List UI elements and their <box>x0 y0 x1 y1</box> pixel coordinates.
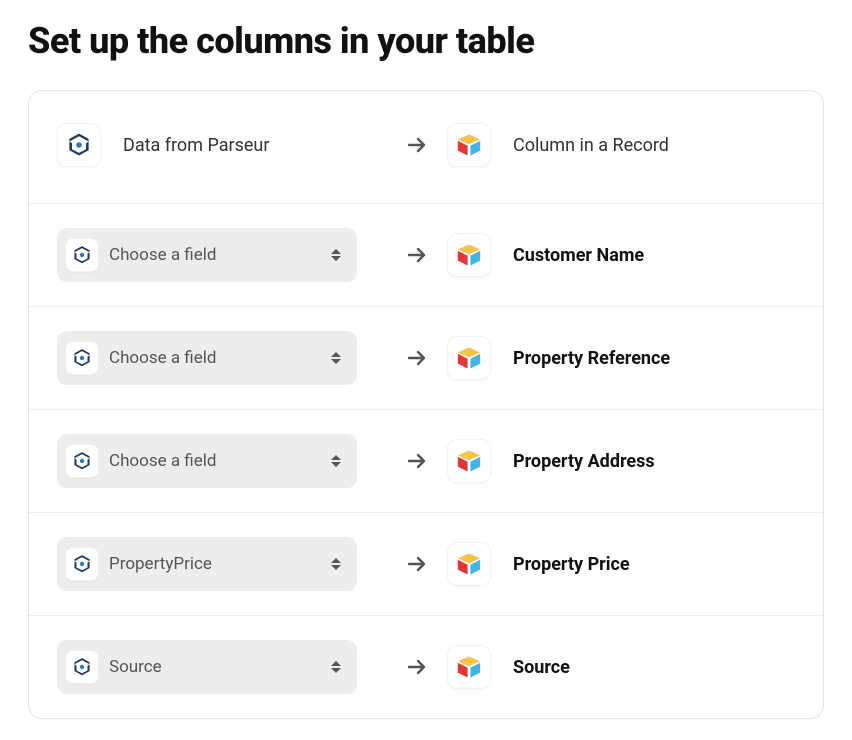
target-column-label: Source <box>513 657 570 678</box>
parseur-icon <box>65 341 99 375</box>
parseur-icon <box>65 650 99 684</box>
target-column-label: Property Reference <box>513 348 670 369</box>
sort-caret-icon <box>329 452 343 470</box>
target-column-label: Customer Name <box>513 245 644 266</box>
airtable-icon <box>447 233 491 277</box>
source-field-text: Choose a field <box>109 451 319 471</box>
header-row: Data from Parseur Column in a Record <box>29 91 823 204</box>
sort-caret-icon <box>329 349 343 367</box>
parseur-icon <box>65 238 99 272</box>
mapping-row: PropertyPrice Property Price <box>29 513 823 616</box>
target-column-label: Property Price <box>513 554 630 575</box>
arrow-right-icon <box>405 655 429 679</box>
airtable-icon <box>447 645 491 689</box>
mapping-row: Choose a field Customer Name <box>29 204 823 307</box>
airtable-icon <box>447 439 491 483</box>
airtable-icon <box>447 336 491 380</box>
source-header-label: Data from Parseur <box>123 135 269 156</box>
source-field-text: PropertyPrice <box>109 554 319 574</box>
airtable-icon <box>447 123 491 167</box>
source-field-text: Source <box>109 657 319 677</box>
airtable-icon <box>447 542 491 586</box>
source-field-select[interactable]: Choose a field <box>57 228 357 282</box>
arrow-right-icon <box>405 552 429 576</box>
mapping-row: Choose a field Property Address <box>29 410 823 513</box>
arrow-right-icon <box>405 346 429 370</box>
page-title: Set up the columns in your table <box>28 20 824 62</box>
parseur-icon <box>65 444 99 478</box>
parseur-icon <box>57 123 101 167</box>
source-field-select[interactable]: Choose a field <box>57 331 357 385</box>
parseur-icon <box>65 547 99 581</box>
target-header-label: Column in a Record <box>513 135 669 156</box>
source-field-select[interactable]: PropertyPrice <box>57 537 357 591</box>
source-field-text: Choose a field <box>109 245 319 265</box>
target-column-label: Property Address <box>513 451 655 472</box>
mapping-row: Source Source <box>29 616 823 718</box>
arrow-right-icon <box>405 133 429 157</box>
arrow-right-icon <box>405 243 429 267</box>
arrow-right-icon <box>405 449 429 473</box>
sort-caret-icon <box>329 555 343 573</box>
source-field-select[interactable]: Choose a field <box>57 434 357 488</box>
source-field-text: Choose a field <box>109 348 319 368</box>
sort-caret-icon <box>329 246 343 264</box>
sort-caret-icon <box>329 658 343 676</box>
source-field-select[interactable]: Source <box>57 640 357 694</box>
mapping-card: Data from Parseur Column in a Record Cho… <box>28 90 824 719</box>
mapping-row: Choose a field Property Reference <box>29 307 823 410</box>
